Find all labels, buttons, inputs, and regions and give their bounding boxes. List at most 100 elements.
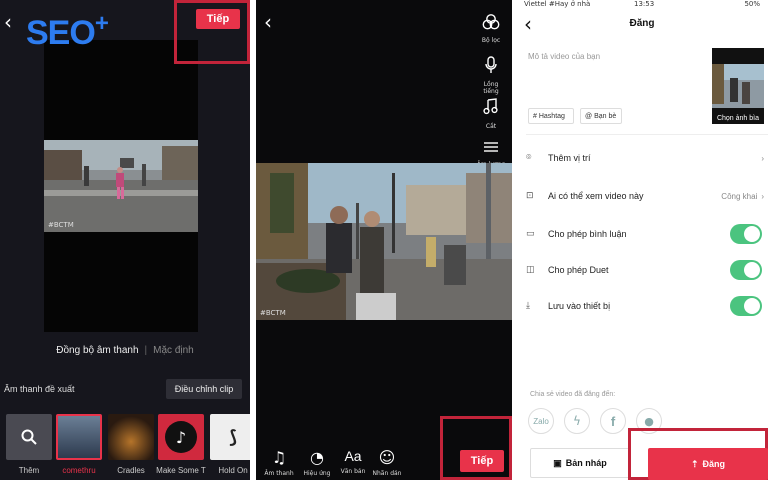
- video-preview: #BCTM: [256, 163, 512, 320]
- message-icon: ●: [644, 414, 654, 428]
- cover-label: Chọn ảnh bìa: [716, 115, 760, 122]
- facebook-icon: f: [610, 413, 616, 429]
- carrier-text: Viettel #Hay ở nhà: [524, 0, 591, 8]
- download-icon: ⤓: [526, 301, 530, 311]
- battery-percent: 50%: [744, 0, 760, 8]
- seo-plus-logo: SEO+: [26, 10, 109, 52]
- share-zalo-button[interactable]: Zalo: [528, 408, 554, 434]
- microphone-icon: [485, 56, 497, 73]
- tool-label: Bộ lọc: [481, 37, 501, 44]
- chip-label: Bạn bè: [594, 112, 617, 120]
- post-screen: Viettel #Hay ở nhà 13:53 50% ‹ Đăng Mô t…: [516, 0, 768, 480]
- sticker-icon: ☺: [378, 448, 396, 467]
- video-preview: #BCTM: [44, 140, 198, 232]
- track-label: Thêm: [18, 466, 40, 475]
- tool-label: Cắt: [485, 123, 497, 130]
- tool-label: Văn bản: [340, 468, 366, 475]
- mention-chip[interactable]: @ Bạn bè: [580, 108, 622, 124]
- duet-toggle[interactable]: [730, 260, 762, 280]
- track-label: Hold On: [218, 466, 248, 475]
- tab-separator: |: [144, 345, 148, 356]
- status-bar: Viettel #Hay ở nhà 13:53 50%: [516, 0, 768, 10]
- next-button[interactable]: Tiếp: [196, 9, 240, 29]
- messenger-icon: ϟ: [573, 414, 581, 428]
- music-note-icon: ♪: [165, 421, 197, 453]
- sound-mode-tabs: Đồng bộ âm thanh | Mặc định: [0, 345, 250, 356]
- upload-icon: ⇡: [690, 458, 699, 469]
- volume-sliders-icon: [484, 142, 498, 152]
- save-device-row: ⤓ Lưu vào thiết bị: [526, 296, 768, 316]
- filters-icon: [482, 14, 500, 30]
- zalo-icon: Zalo: [533, 416, 549, 426]
- tool-label: Âm thanh: [264, 470, 294, 477]
- privacy-value: Công khai: [721, 191, 758, 201]
- divider: [526, 134, 768, 135]
- sound-select-screen: #BCTM SEO+ ‹ Tiếp Đồng bộ âm thanh | Mặc đ…: [0, 0, 250, 480]
- tool-label: Nhãn dán: [372, 470, 402, 477]
- adjust-clip-button[interactable]: Điều chỉnh clip: [166, 379, 242, 399]
- location-row[interactable]: ⌾ Thêm vị trí ›: [526, 148, 768, 168]
- tool-label: Hiệu ứng: [303, 470, 331, 477]
- chevron-right-icon: ›: [761, 191, 764, 201]
- tab-default[interactable]: Mặc định: [153, 345, 194, 356]
- timer-icon: ◔: [310, 448, 324, 467]
- sounds-tool[interactable]: ♫ Âm thanh: [262, 448, 296, 477]
- track-cradles[interactable]: [108, 414, 154, 460]
- comment-icon: ▭: [526, 229, 535, 239]
- track-label: Cradles: [117, 466, 145, 475]
- edit-screen: ‹ Bộ lọc Lồng tiếng Cắt Âm lượng: [256, 0, 512, 480]
- filters-tool[interactable]: Bộ lọc: [476, 14, 506, 44]
- privacy-row[interactable]: ⊡ Ai có thể xem video này Công khai ›: [526, 186, 768, 206]
- tab-sync-sound[interactable]: Đồng bộ âm thanh: [56, 345, 138, 356]
- at-icon: @: [585, 112, 593, 120]
- music-cut-icon: [483, 98, 498, 115]
- chip-label: Hashtag: [538, 112, 565, 120]
- duet-row: ◫ Cho phép Duet: [526, 260, 768, 280]
- comments-toggle[interactable]: [730, 224, 762, 244]
- nav-bar: ‹ Đăng: [516, 12, 768, 36]
- street-scene-frame: [256, 163, 512, 320]
- chevron-right-icon: ›: [761, 153, 764, 163]
- cover-picker[interactable]: Chọn ảnh bìa: [712, 48, 764, 124]
- share-messenger-button[interactable]: ϟ: [564, 408, 590, 434]
- track-label: comethru: [62, 466, 96, 475]
- hashtag-chip[interactable]: # Hashtag: [528, 108, 574, 124]
- stickers-tool[interactable]: ☺ Nhãn dán: [370, 448, 404, 477]
- share-facebook-button[interactable]: f: [600, 408, 626, 434]
- back-icon[interactable]: ‹: [4, 10, 12, 34]
- recommended-sounds-label: Âm thanh đề xuất: [4, 384, 75, 394]
- share-label: Chia sẻ video đã đăng đến:: [530, 391, 616, 398]
- post-button[interactable]: ⇡ Đăng: [648, 448, 768, 480]
- track-make-some[interactable]: ♪: [158, 414, 204, 460]
- watermark: #BCTM: [48, 221, 74, 229]
- voiceover-tool[interactable]: Lồng tiếng: [476, 56, 506, 95]
- text-tool[interactable]: Aa Văn bản: [336, 448, 370, 475]
- search-sound-tile[interactable]: [6, 414, 52, 460]
- music-note-icon: ♫: [271, 448, 287, 467]
- sound-track-list: Thêm comethru Cradles ♪ Make Some T ⟆ Ho…: [0, 410, 250, 480]
- save-toggle[interactable]: [730, 296, 762, 316]
- track-comethru[interactable]: [56, 414, 102, 460]
- hash-icon: #: [533, 112, 537, 120]
- cut-tool[interactable]: Cắt: [476, 98, 506, 130]
- duet-icon: ◫: [526, 265, 535, 275]
- search-icon: [21, 429, 37, 445]
- description-input[interactable]: Mô tả video của bạn: [528, 52, 600, 61]
- comments-row: ▭ Cho phép bình luận: [526, 224, 768, 244]
- back-icon[interactable]: ‹: [264, 10, 272, 34]
- track-hold-on[interactable]: ⟆: [210, 414, 250, 460]
- draft-icon: ▣: [553, 457, 562, 468]
- draft-label: Bản nháp: [565, 458, 607, 468]
- cover-thumbnail: [712, 48, 764, 124]
- effects-tool[interactable]: ◔ Hiệu ứng: [300, 448, 334, 477]
- location-pin-icon: ⌾: [526, 153, 532, 163]
- lock-icon: ⊡: [526, 191, 534, 201]
- row-label: Thêm vị trí: [548, 153, 591, 163]
- watermark: #BCTM: [260, 309, 286, 317]
- text-aa-icon: Aa: [344, 448, 362, 464]
- draft-button[interactable]: ▣ Bản nháp: [530, 448, 630, 478]
- tiktok-tutorial-collage: #BCTM SEO+ ‹ Tiếp Đồng bộ âm thanh | Mặc đ…: [0, 0, 768, 480]
- track-label: Make Some T: [156, 466, 206, 475]
- next-button[interactable]: Tiếp: [460, 450, 504, 472]
- status-time: 13:53: [634, 0, 655, 8]
